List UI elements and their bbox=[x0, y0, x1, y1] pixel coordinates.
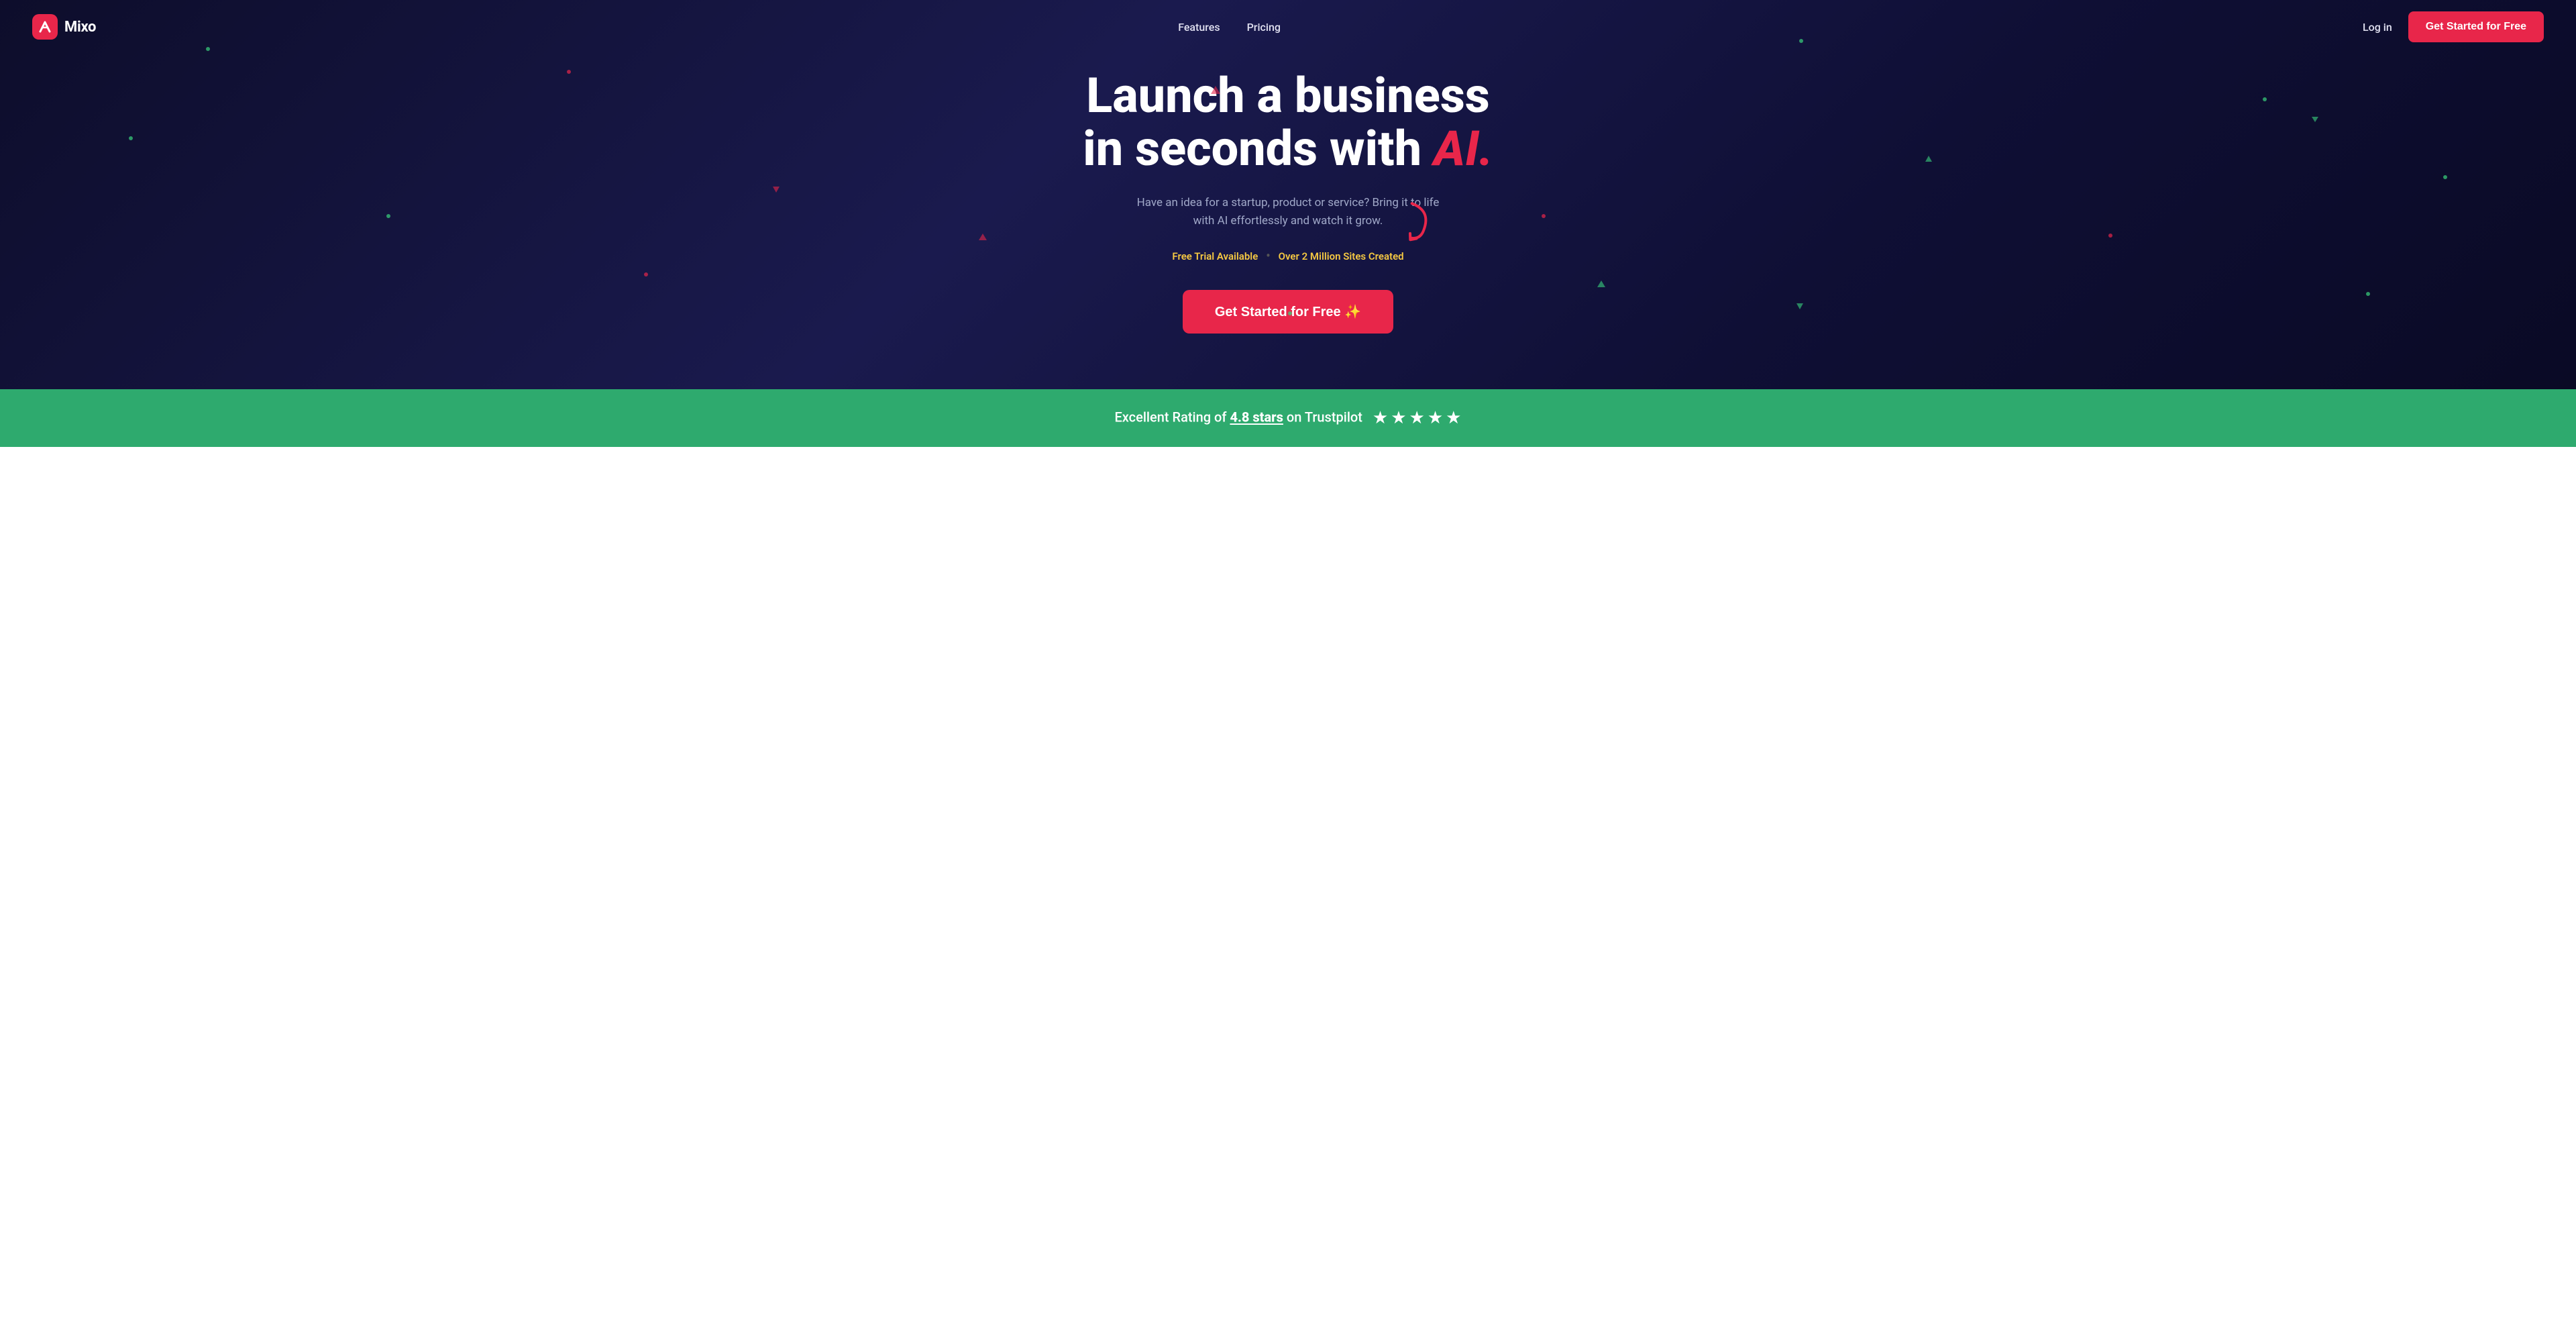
nav-features-link[interactable]: Features bbox=[1178, 21, 1220, 34]
logo-svg bbox=[38, 19, 52, 34]
triangle-3 bbox=[1925, 156, 1932, 162]
badge-dot: • bbox=[1266, 249, 1270, 263]
triangle-1 bbox=[1211, 86, 1220, 94]
trustpilot-prefix: Excellent Rating of bbox=[1115, 409, 1230, 425]
nav-actions: Log in Get Started for Free bbox=[2363, 11, 2544, 42]
hero-section: Launch a business in seconds with AI. Ha… bbox=[0, 0, 2576, 389]
particle-3 bbox=[129, 136, 133, 140]
particle-8 bbox=[2443, 175, 2447, 179]
headline-line1: Launch a business bbox=[1086, 67, 1489, 124]
headline-line2: in seconds with bbox=[1083, 120, 1421, 177]
triangle-4 bbox=[979, 234, 987, 240]
particle-6 bbox=[1288, 311, 1292, 315]
star-4: ★ bbox=[1428, 408, 1443, 428]
particle-2 bbox=[567, 70, 571, 74]
particle-7 bbox=[2263, 97, 2267, 101]
triangle-2 bbox=[1597, 281, 1605, 287]
particle-4 bbox=[386, 214, 390, 218]
white-section bbox=[0, 447, 2576, 554]
triangle-5 bbox=[773, 187, 780, 193]
navbar: Mixo Features Pricing Log in Get Started… bbox=[0, 0, 2576, 54]
triangle-7 bbox=[1796, 303, 1803, 309]
particle-9 bbox=[2108, 234, 2112, 238]
logo-link[interactable]: Mixo bbox=[32, 14, 96, 40]
star-1: ★ bbox=[1373, 408, 1388, 428]
headline-ai: AI. bbox=[1434, 120, 1493, 177]
triangle-6 bbox=[2312, 117, 2318, 122]
hero-badges: Free Trial Available • Over 2 Million Si… bbox=[1172, 249, 1403, 263]
hero-headline: Launch a business in seconds with AI. bbox=[1083, 69, 1493, 175]
trustpilot-banner: Excellent Rating of 4.8 stars on Trustpi… bbox=[0, 389, 2576, 447]
particle-5 bbox=[644, 272, 648, 276]
star-3: ★ bbox=[1409, 408, 1425, 428]
hero-subtext: Have an idea for a startup, product or s… bbox=[1127, 194, 1449, 230]
particle-12 bbox=[1542, 214, 1546, 218]
star-5: ★ bbox=[1446, 408, 1461, 428]
trustpilot-suffix: on Trustpilot bbox=[1283, 409, 1362, 425]
nav-pricing-link[interactable]: Pricing bbox=[1247, 21, 1281, 34]
nav-cta-button[interactable]: Get Started for Free bbox=[2408, 11, 2544, 42]
logo-text: Mixo bbox=[64, 19, 96, 36]
trustpilot-stars: ★ ★ ★ ★ ★ bbox=[1373, 408, 1462, 428]
login-link[interactable]: Log in bbox=[2363, 21, 2392, 34]
star-2: ★ bbox=[1391, 408, 1406, 428]
badge-sites-created: Over 2 Million Sites Created bbox=[1279, 250, 1404, 262]
badge-free-trial: Free Trial Available bbox=[1172, 250, 1258, 262]
trustpilot-rating: 4.8 stars bbox=[1230, 409, 1283, 425]
particle-10 bbox=[2366, 292, 2370, 296]
logo-icon bbox=[32, 14, 58, 40]
nav-links: Features Pricing bbox=[1178, 21, 1281, 34]
